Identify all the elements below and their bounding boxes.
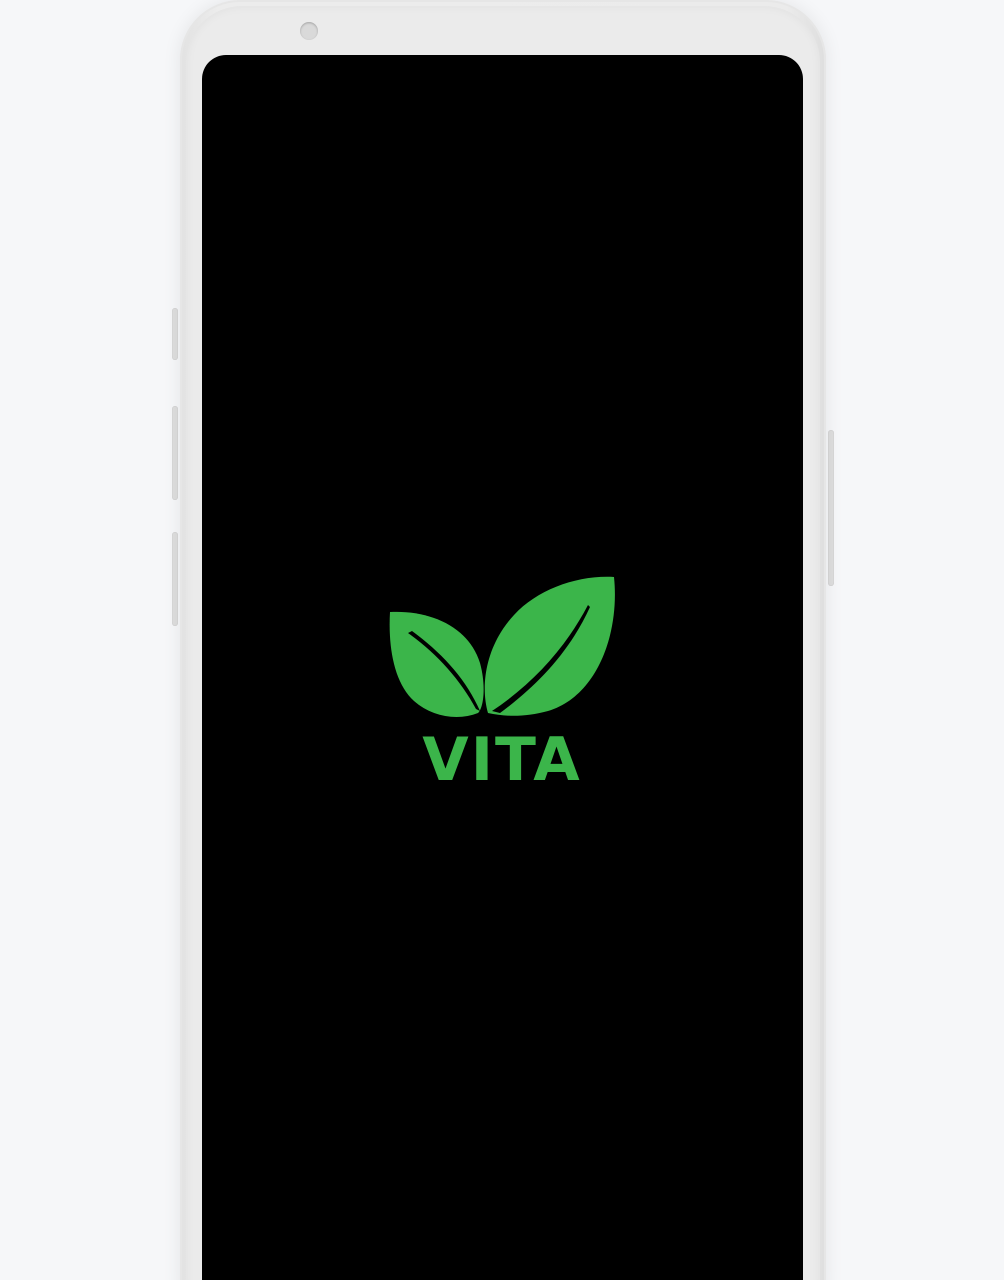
front-camera-icon <box>300 22 318 40</box>
power-button <box>828 430 834 586</box>
mute-switch <box>172 308 178 360</box>
two-leaves-icon <box>389 576 615 717</box>
app-logo: VITA <box>388 575 616 795</box>
right-leaf-shape <box>484 576 615 716</box>
volume-down-button <box>172 532 178 626</box>
device-mockup-stage: VITA <box>0 0 1004 1280</box>
brand-name: VITA <box>422 725 582 795</box>
left-leaf-shape <box>389 611 484 717</box>
volume-up-button <box>172 406 178 500</box>
splash-screen: VITA <box>202 55 803 1280</box>
